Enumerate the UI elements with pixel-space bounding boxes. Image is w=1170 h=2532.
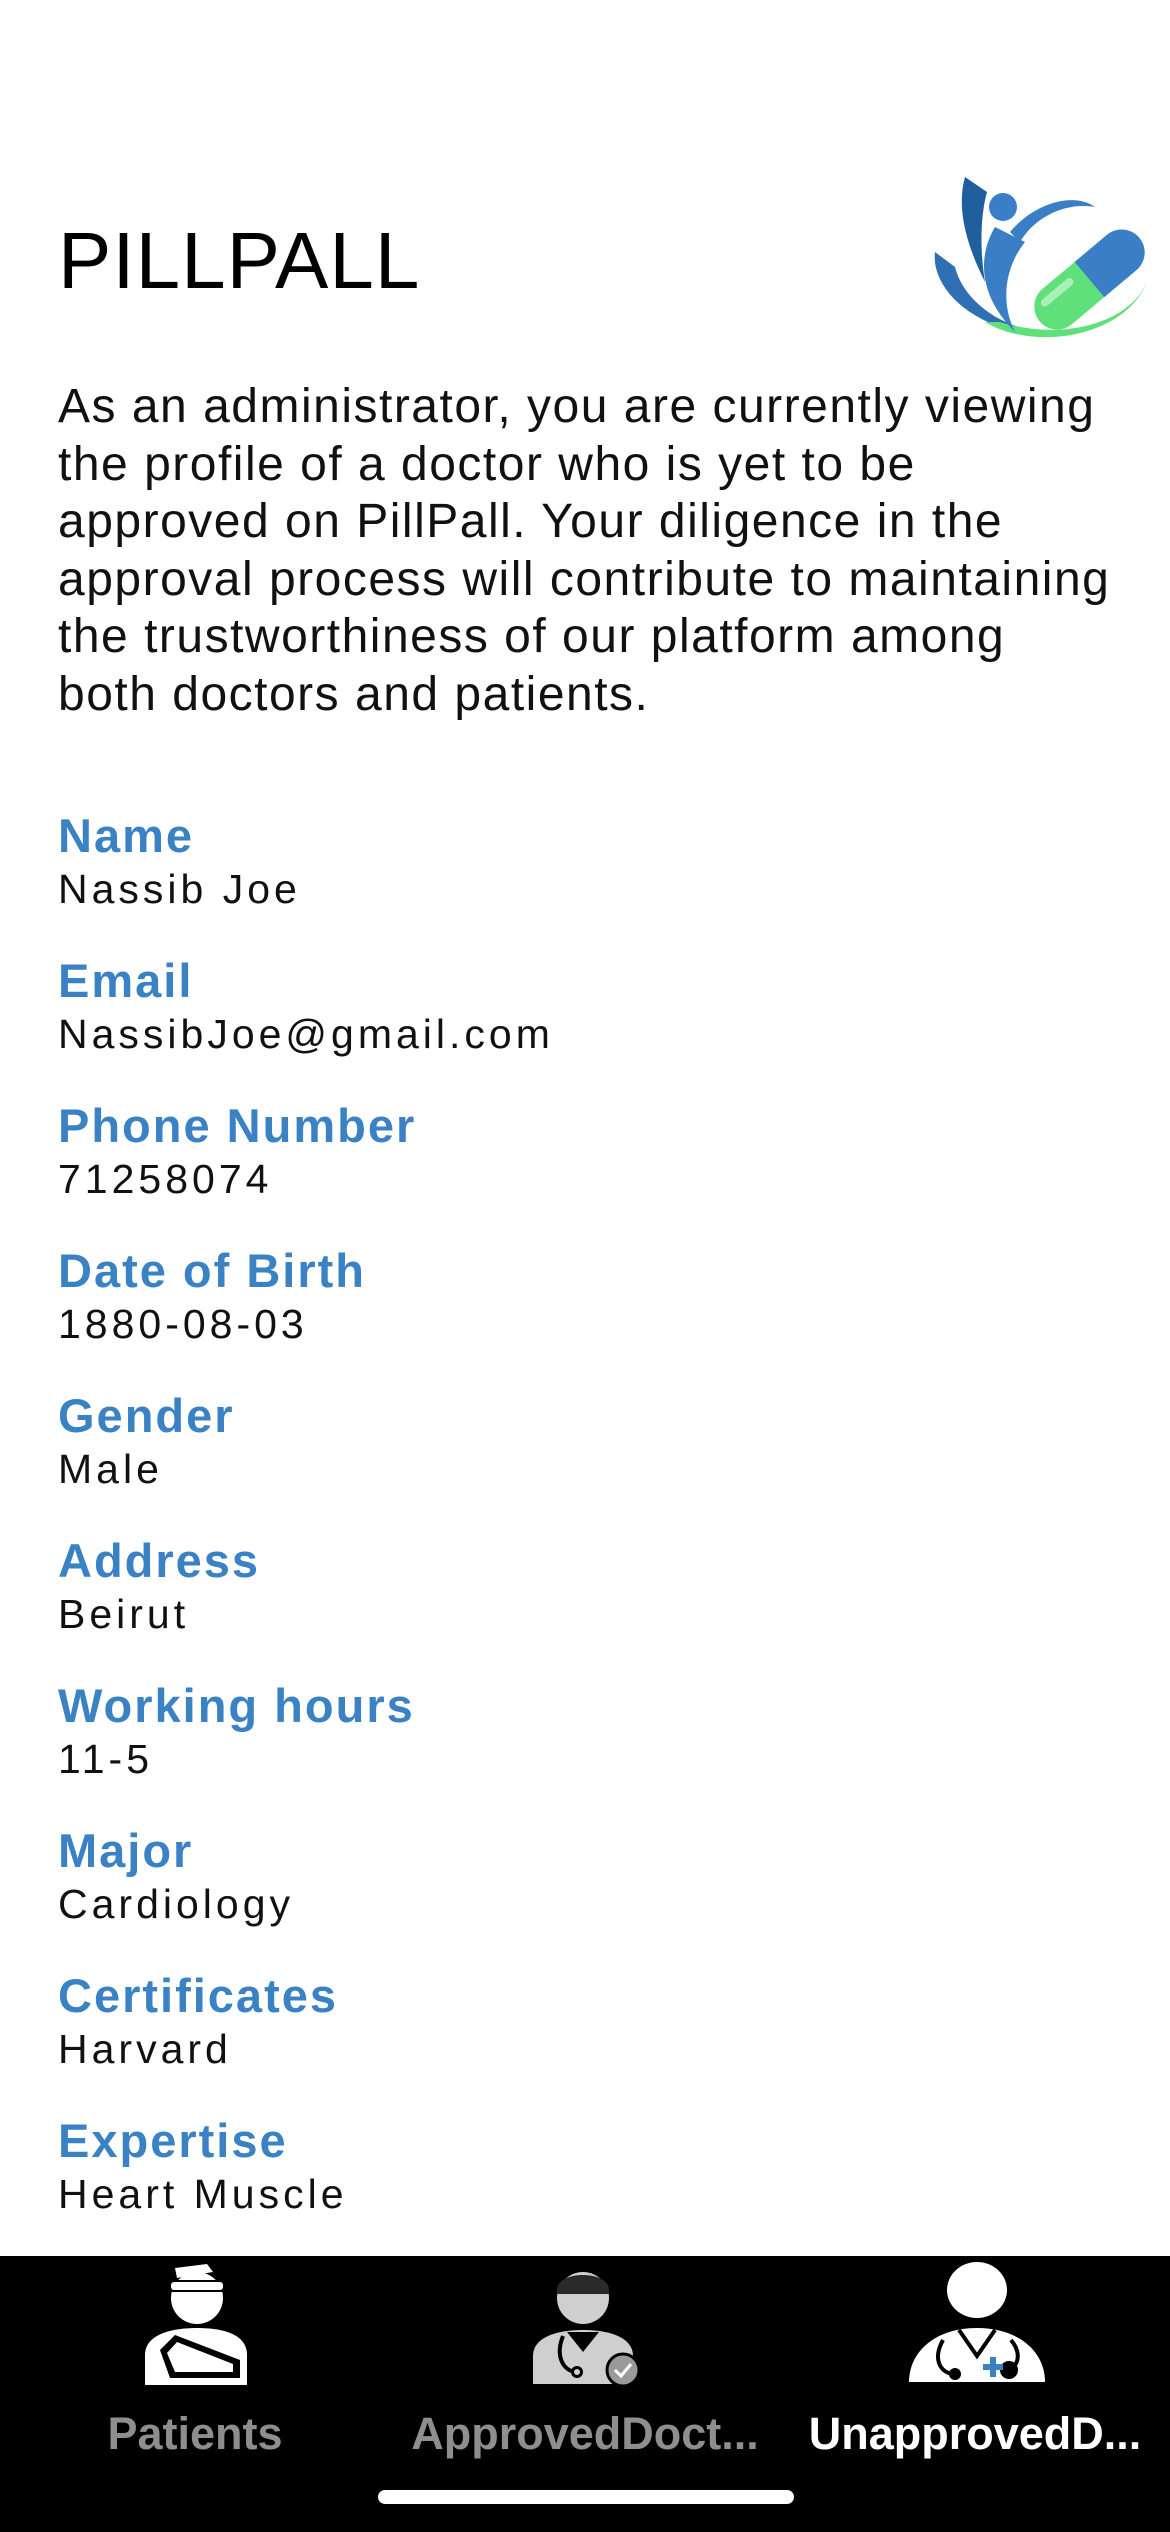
app-title: PILLPALL [58,216,421,305]
field-address: Address Beirut [58,1533,1118,1678]
field-name: Name Nassib Joe [58,808,1118,953]
tab-patients[interactable]: Patients [0,2256,390,2486]
field-value: Beirut [58,1591,190,1637]
field-label: Name [58,809,195,862]
tab-unapproved-doctors[interactable]: UnapprovedD... [780,2256,1170,2486]
field-working-hours: Working hours 11-5 [58,1678,1118,1823]
field-value: 71258074 [58,1156,273,1202]
unapproved-doctor-icon [909,2262,1045,2382]
tab-label: UnapprovedD... [808,2408,1142,2459]
field-label: Date of Birth [58,1244,366,1297]
field-label: Major [58,1824,194,1877]
field-expertise: Expertise Heart Muscle [58,2113,1118,2258]
field-label: Working hours [58,1679,415,1732]
profile-fields: Name Nassib Joe Email NassibJoe@gmail.co… [58,808,1118,2258]
tab-label: Patients [107,2408,283,2459]
field-email: Email NassibJoe@gmail.com [58,953,1118,1098]
field-value: Nassib Joe [58,866,301,912]
field-label: Certificates [58,1969,338,2022]
intro-text: As an administrator, you are currently v… [58,380,1111,721]
field-label: Expertise [58,2114,288,2167]
field-label: Phone Number [58,1099,417,1152]
field-value: NassibJoe@gmail.com [58,1011,554,1057]
field-value: Male [58,1446,163,1492]
field-phone-number: Phone Number 71258074 [58,1098,1118,1243]
tab-label: ApprovedDoct... [411,2408,759,2459]
field-value: 1880-08-03 [58,1301,308,1347]
field-major: Major Cardiology [58,1823,1118,1968]
field-gender: Gender Male [58,1388,1118,1533]
header: PILLPALL [0,0,1170,360]
field-value: Heart Muscle [58,2171,348,2217]
tab-approved-doctors[interactable]: ApprovedDoct... [390,2256,780,2486]
doctor-profile-screen: PILLPALL As an administrator, you are cu… [0,0,1170,2532]
field-value: Harvard [58,2026,232,2072]
patient-icon [145,2264,247,2385]
home-indicator[interactable] [378,2490,794,2504]
field-date-of-birth: Date of Birth 1880-08-03 [58,1243,1118,1388]
approved-doctor-icon [533,2272,641,2388]
field-value: Cardiology [58,1881,294,1927]
pillpall-logo-icon [934,177,1147,338]
field-label: Gender [58,1389,235,1442]
field-label: Address [58,1534,261,1587]
field-value: 11-5 [58,1736,154,1782]
field-certificates: Certificates Harvard [58,1968,1118,2113]
field-label: Email [58,954,194,1007]
